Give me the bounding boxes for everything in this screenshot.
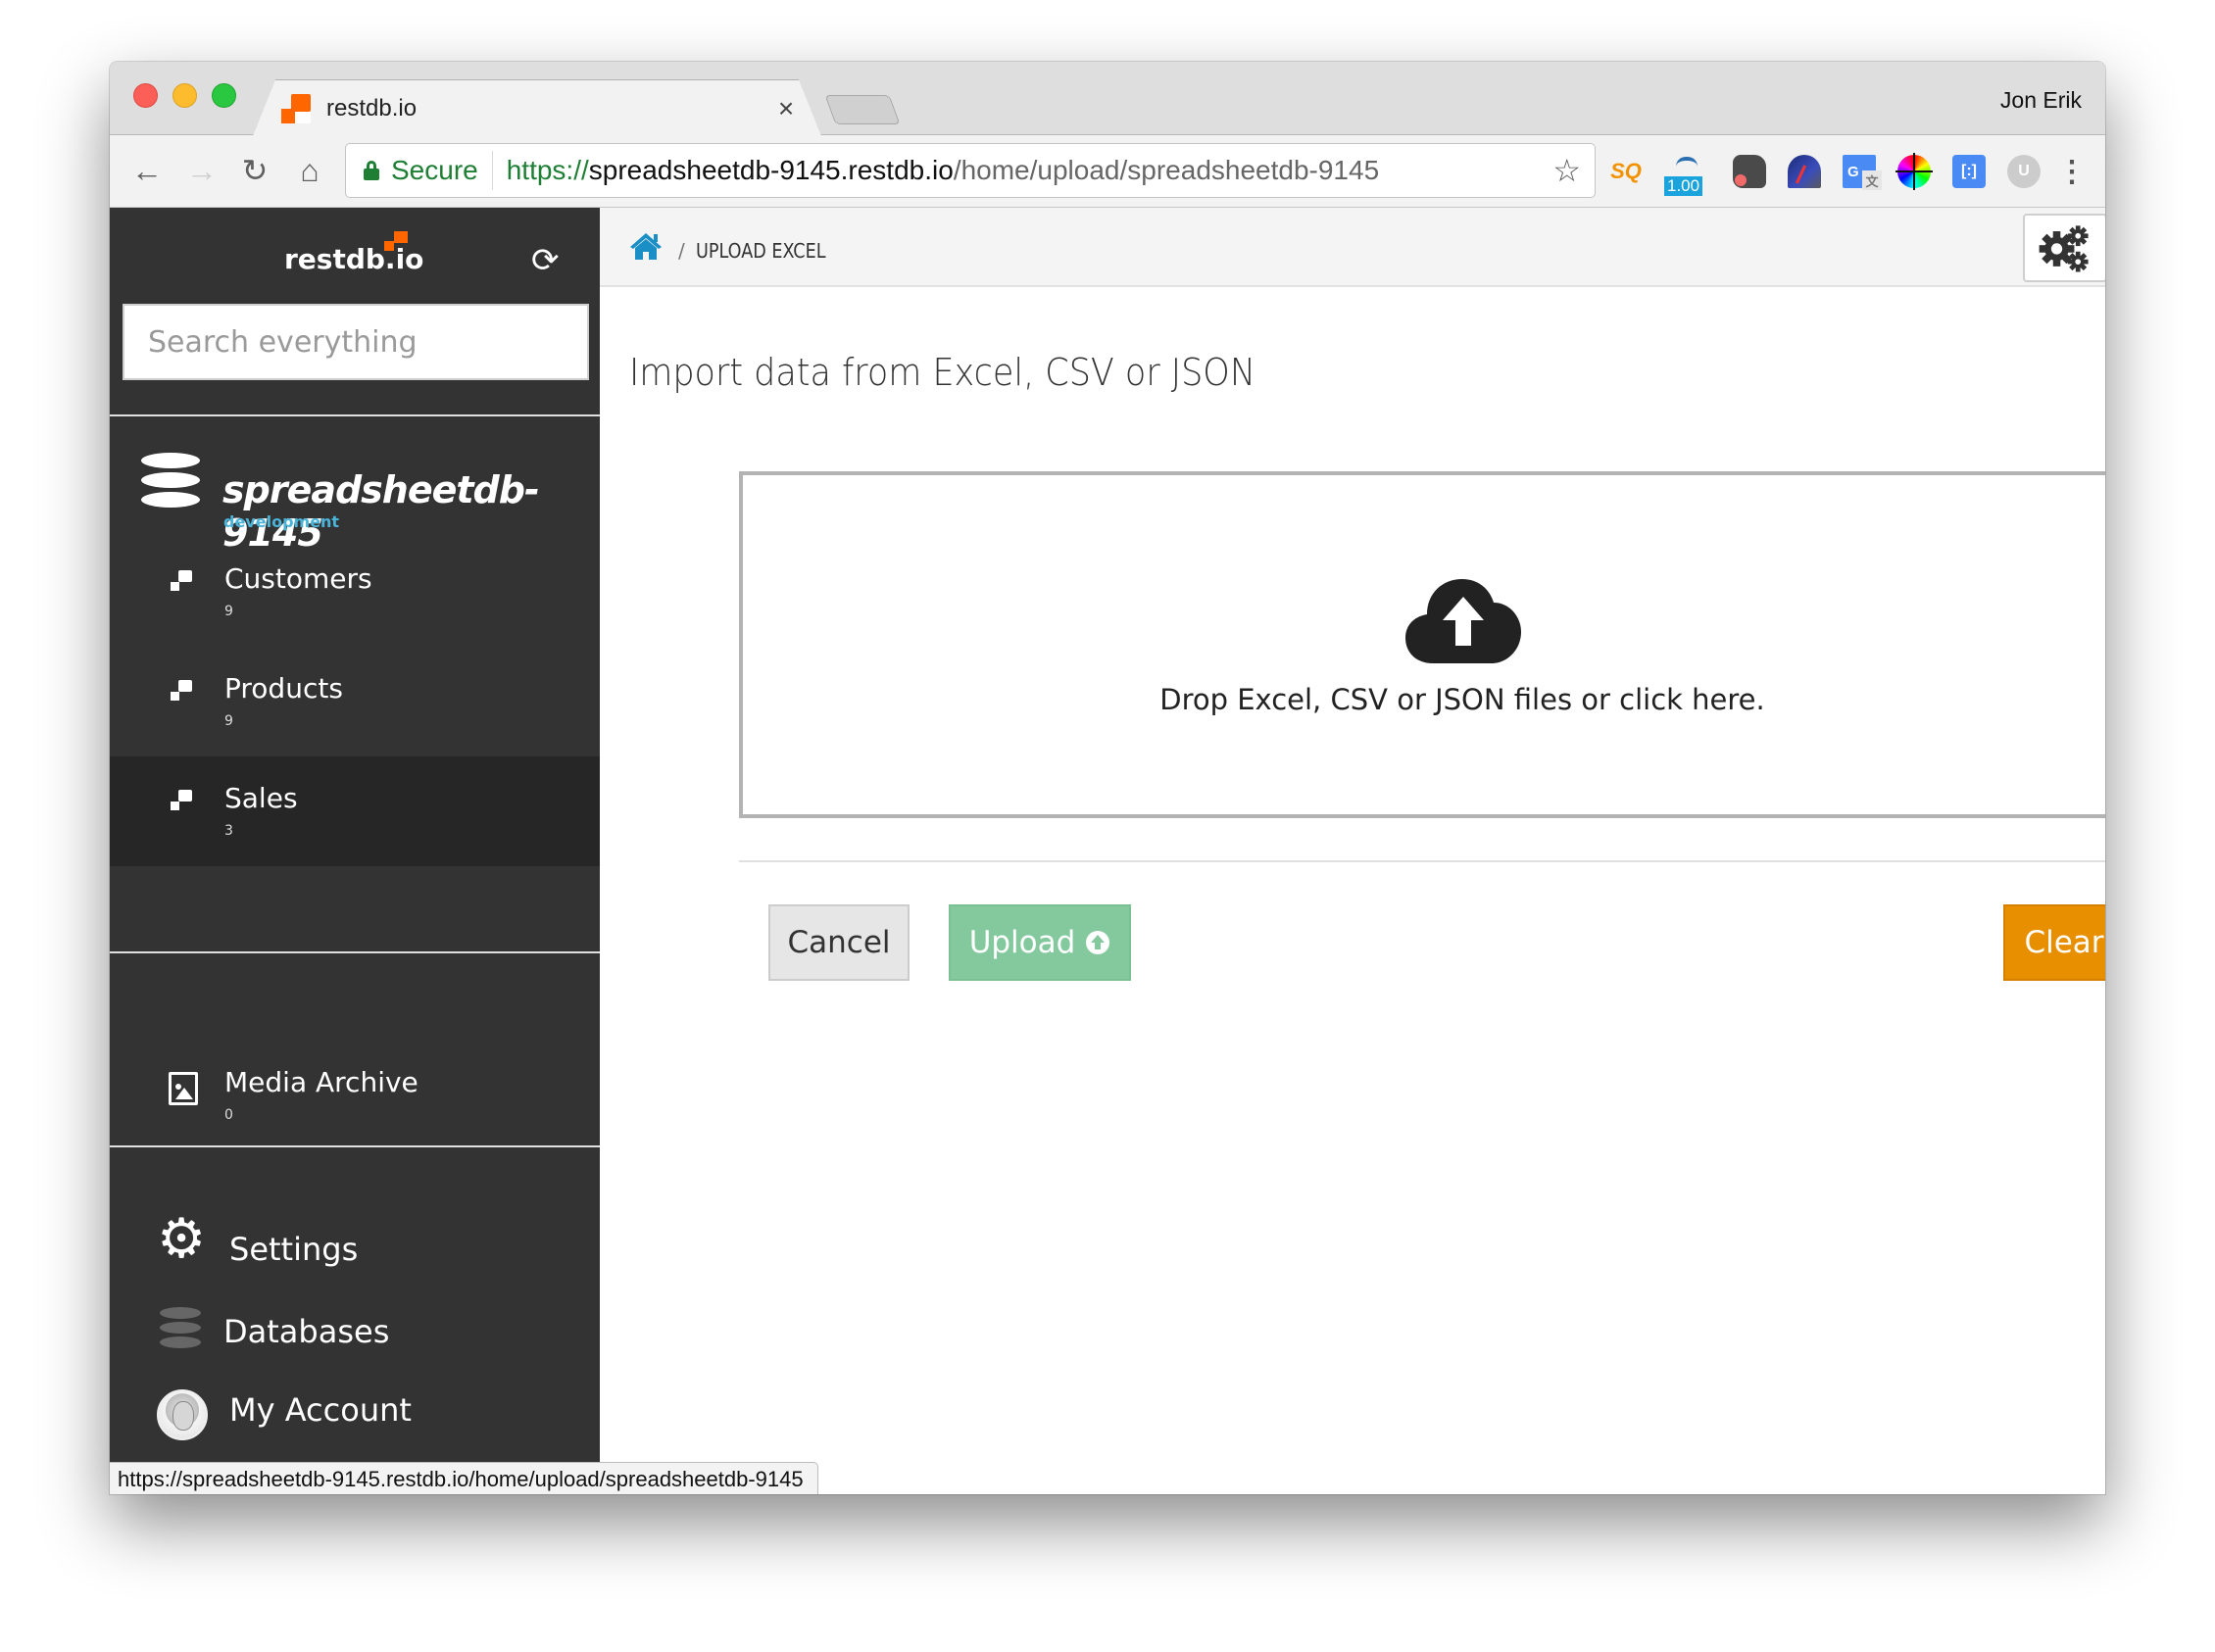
collection-count: 9 bbox=[224, 713, 233, 729]
color-picker-extension-icon[interactable] bbox=[1895, 153, 1933, 190]
rate-extension-icon[interactable]: 1.00 bbox=[1664, 155, 1711, 196]
sidebar-divider bbox=[110, 1145, 600, 1147]
tab-title: restdb.io bbox=[326, 95, 418, 121]
brand-mark-icon-2 bbox=[384, 241, 394, 251]
settings-gears-button[interactable] bbox=[2023, 214, 2105, 282]
restdb-favicon-icon bbox=[281, 94, 311, 123]
my-account-label: My Account bbox=[229, 1391, 412, 1429]
tab-restdb-content[interactable]: restdb.io × bbox=[281, 81, 801, 136]
extensions-bar: SQ 1.00 G 文 [:] U ⋮ bbox=[1609, 145, 2087, 198]
tag-extension-icon[interactable]: [:] bbox=[1952, 155, 1986, 188]
sidebar-item-settings[interactable]: ⚙ Settings bbox=[110, 1211, 600, 1280]
search-input[interactable] bbox=[123, 304, 589, 380]
upload-label: Upload bbox=[968, 925, 1076, 960]
browser-window: restdb.io × Jon Erik ← → ↻ ⌂ Secure http… bbox=[110, 62, 2105, 1494]
sidebar: restdb.io ⟳ spreadsheetdb-9145 developme… bbox=[110, 208, 600, 1494]
breadcrumb-separator: / bbox=[678, 239, 685, 263]
sidebar-item-my-account[interactable]: My Account bbox=[110, 1376, 600, 1444]
upload-circle-icon bbox=[1086, 931, 1110, 954]
database-environment: development bbox=[223, 512, 340, 531]
minimize-window-button[interactable] bbox=[172, 83, 197, 108]
home-icon[interactable]: ⌂ bbox=[290, 151, 329, 190]
new-tab-button[interactable] bbox=[824, 95, 901, 124]
url-host: spreadsheetdb-9145.restdb.io bbox=[588, 155, 954, 185]
sidebar-divider bbox=[110, 414, 600, 416]
address-bar[interactable]: Secure https:// spreadsheetdb-9145.restd… bbox=[345, 143, 1596, 198]
url-scheme: https:// bbox=[506, 155, 589, 185]
browser-toolbar: ← → ↻ ⌂ Secure https:// spreadsheetdb-91… bbox=[110, 135, 2105, 208]
dropzone-text: Drop Excel, CSV or JSON files or click h… bbox=[1159, 683, 1765, 716]
avatar bbox=[157, 1389, 208, 1440]
bookmark-star-icon[interactable]: ☆ bbox=[1552, 152, 1581, 189]
browser-menu-icon[interactable]: ⋮ bbox=[2057, 155, 2087, 188]
collection-icon bbox=[171, 790, 194, 811]
databases-label: Databases bbox=[223, 1313, 390, 1350]
upload-button[interactable]: Upload bbox=[949, 904, 1131, 981]
media-count: 0 bbox=[224, 1107, 233, 1123]
breadcrumb: / UPLOAD EXCEL bbox=[600, 208, 2105, 287]
sidebar-item-products[interactable]: Products 9 bbox=[110, 647, 600, 756]
sq-extension-icon[interactable]: SQ bbox=[1609, 155, 1643, 188]
profile-name[interactable]: Jon Erik bbox=[2000, 87, 2082, 114]
collection-label: Products bbox=[224, 672, 343, 705]
sidebar-item-sales[interactable]: Sales 3 bbox=[110, 756, 600, 866]
collection-icon bbox=[171, 570, 194, 592]
cloud-upload-icon bbox=[1405, 579, 1521, 663]
speedometer-extension-icon[interactable] bbox=[1788, 155, 1821, 188]
status-bar-url: https://spreadsheetdb-9145.restdb.io/hom… bbox=[110, 1462, 818, 1494]
sidebar-divider bbox=[110, 951, 600, 953]
collection-icon bbox=[171, 680, 194, 702]
omnibox-separator bbox=[491, 151, 493, 190]
database-icon bbox=[141, 453, 202, 521]
collection-count: 3 bbox=[224, 823, 233, 839]
sidebar-item-databases[interactable]: Databases bbox=[110, 1297, 600, 1366]
clear-label: Clear bbox=[2024, 925, 2104, 960]
page-title: Import data from Excel, CSV or JSON bbox=[629, 351, 1255, 394]
sidebar-item-media-archive[interactable]: Media Archive 0 bbox=[110, 1041, 600, 1150]
database-icon bbox=[160, 1307, 203, 1351]
database-header[interactable]: spreadsheetdb-9145 development bbox=[110, 433, 600, 555]
zoom-window-button[interactable] bbox=[212, 83, 236, 108]
evernote-extension-icon[interactable] bbox=[1733, 155, 1766, 188]
rate-badge: 1.00 bbox=[1664, 176, 1703, 196]
url-path: /home/upload/spreadsheetdb-9145 bbox=[953, 155, 1380, 185]
breadcrumb-current: UPLOAD EXCEL bbox=[696, 239, 826, 263]
image-file-icon bbox=[169, 1072, 198, 1105]
brand-logo[interactable]: restdb.io bbox=[284, 243, 423, 275]
home-icon[interactable] bbox=[629, 231, 663, 261]
main-content: / UPLOAD EXCEL Import data from Excel, C… bbox=[600, 208, 2105, 1494]
translate-g-label: G bbox=[1847, 163, 1859, 180]
close-window-button[interactable] bbox=[133, 83, 158, 108]
tab-close-icon[interactable]: × bbox=[771, 93, 801, 124]
collection-label: Sales bbox=[224, 782, 298, 814]
collection-count: 9 bbox=[224, 604, 233, 619]
reload-icon[interactable]: ↻ bbox=[235, 151, 274, 190]
clear-button[interactable]: Clear bbox=[2003, 904, 2105, 981]
gears-icon bbox=[2039, 225, 2089, 272]
secure-label: Secure bbox=[391, 155, 478, 185]
sidebar-header: restdb.io ⟳ bbox=[110, 208, 600, 301]
media-label: Media Archive bbox=[224, 1066, 418, 1098]
lock-icon bbox=[364, 161, 379, 180]
refresh-icon[interactable]: ⟳ bbox=[531, 241, 560, 280]
back-arrow-icon[interactable]: ← bbox=[127, 151, 167, 190]
forward-arrow-icon[interactable]: → bbox=[182, 151, 222, 190]
brand-mark-icon bbox=[394, 231, 408, 243]
settings-label: Settings bbox=[229, 1231, 359, 1268]
file-dropzone[interactable]: Drop Excel, CSV or JSON files or click h… bbox=[739, 471, 2105, 818]
google-translate-extension-icon[interactable]: G 文 bbox=[1843, 155, 1882, 190]
translate-sub-label: 文 bbox=[1862, 170, 1882, 190]
sidebar-item-customers[interactable]: Customers 9 bbox=[110, 537, 600, 647]
divider bbox=[739, 860, 2105, 862]
gear-icon: ⚙ bbox=[157, 1207, 207, 1269]
collection-label: Customers bbox=[224, 562, 372, 595]
tab-strip: restdb.io × Jon Erik bbox=[110, 62, 2105, 136]
u-extension-icon[interactable]: U bbox=[2007, 155, 2041, 188]
cancel-button[interactable]: Cancel bbox=[768, 904, 910, 981]
cancel-label: Cancel bbox=[787, 925, 891, 960]
